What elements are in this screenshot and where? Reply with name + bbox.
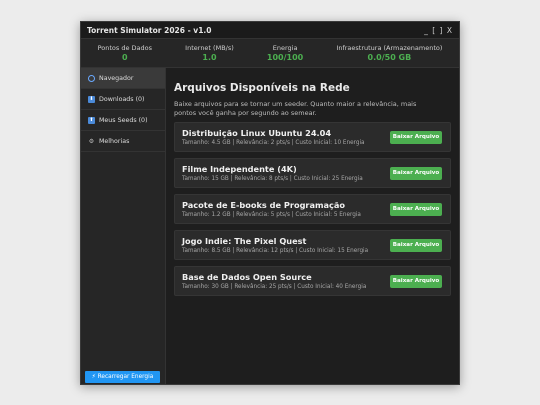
stat-value: 1.0 [202,52,217,62]
file-name: Filme Independente (4K) [182,163,297,174]
stats-bar: Pontos de Dados 0 Internet (MB/s) 1.0 En… [81,38,459,68]
download-file-button[interactable]: Baixar Arquivo [390,274,442,288]
sidebar-item-upgrades[interactable]: ⚙ Melhorias [81,131,165,152]
sidebar-item-label: Meus Seeds (0) [99,116,148,124]
file-item: Filme Independente (4K) Tamanho: 15 GB |… [174,158,451,188]
sidebar-item-seeds[interactable]: ⬆ Meus Seeds (0) [81,110,165,131]
stat-data-points: Pontos de Dados 0 [98,44,152,63]
intro-text: Baixe arquivos para se tornar um seeder.… [174,100,417,117]
window-title: Torrent Simulator 2026 - v1.0 [87,25,212,35]
app-window: Torrent Simulator 2026 - v1.0 _ [ ] X Po… [80,21,460,385]
file-name: Distribuição Linux Ubuntu 24.04 [182,127,332,138]
file-item: Base de Dados Open Source Tamanho: 30 GB… [174,266,451,296]
download-file-button[interactable]: Baixar Arquivo [390,238,442,252]
page-title: Arquivos Disponíveis na Rede [174,82,350,94]
file-meta: Tamanho: 4.5 GB | Relevância: 2 pts/s | … [182,139,365,146]
file-name: Pacote de E-books de Programação [182,199,346,210]
stat-internet: Internet (MB/s) 1.0 [185,44,234,63]
stat-label: Infraestrutura (Armazenamento) [336,43,443,52]
title-bar: Torrent Simulator 2026 - v1.0 _ [ ] X [81,22,459,38]
file-meta: Tamanho: 30 GB | Relevância: 25 pts/s | … [182,283,367,290]
sidebar: Navegador ⬇ Downloads (0) ⬆ Meus Seeds (… [81,68,166,384]
upload-icon: ⬆ [88,116,95,124]
sidebar-item-label: Navegador [99,74,134,82]
globe-icon [87,74,96,83]
window-controls[interactable]: _ [ ] X [424,26,453,35]
download-file-button[interactable]: Baixar Arquivo [390,130,442,144]
stat-value: 0 [122,52,128,62]
stat-label: Internet (MB/s) [185,43,234,52]
file-name: Base de Dados Open Source [182,271,312,282]
file-item: Pacote de E-books de Programação Tamanho… [174,194,451,224]
file-meta: Tamanho: 8.5 GB | Relevância: 12 pts/s |… [182,247,369,254]
file-item: Jogo Indie: The Pixel Quest Tamanho: 8.5… [174,230,451,260]
file-meta: Tamanho: 1.2 GB | Relevância: 5 pts/s | … [182,211,361,218]
download-file-button[interactable]: Baixar Arquivo [390,202,442,216]
download-file-button[interactable]: Baixar Arquivo [390,166,442,180]
sidebar-item-downloads[interactable]: ⬇ Downloads (0) [81,89,165,110]
file-name: Jogo Indie: The Pixel Quest [182,235,307,246]
stat-energy: Energia 100/100 [267,44,303,63]
gear-icon: ⚙ [88,137,95,145]
sidebar-item-label: Melhorias [99,137,130,145]
stat-label: Pontos de Dados [97,43,153,52]
recharge-energy-button[interactable]: ⚡ Recarregar Energia [85,371,160,383]
stat-storage: Infraestrutura (Armazenamento) 0.0/50 GB [336,44,442,63]
file-item: Distribuição Linux Ubuntu 24.04 Tamanho:… [174,122,451,152]
stat-value: 0.0/50 GB [367,52,412,62]
content-area: Navegador ⬇ Downloads (0) ⬆ Meus Seeds (… [81,68,459,384]
stat-label: Energia [272,43,298,52]
main-panel: Arquivos Disponíveis na Rede Baixe arqui… [166,68,459,384]
file-meta: Tamanho: 15 GB | Relevância: 8 pts/s | C… [182,175,363,182]
stat-value: 100/100 [266,52,304,62]
sidebar-item-navigator[interactable]: Navegador [81,68,165,89]
sidebar-item-label: Downloads (0) [99,95,145,103]
download-icon: ⬇ [88,95,95,103]
